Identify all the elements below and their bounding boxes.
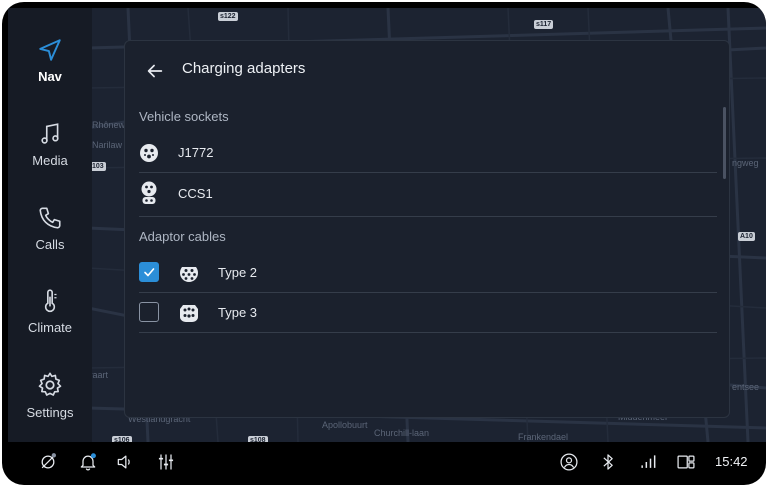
list-item-label: Type 2 [218,265,258,280]
volume-icon[interactable] [115,452,135,472]
nav-item-nav[interactable]: Nav [8,20,92,100]
nav-item-label: Calls [35,236,65,252]
j1772-plug-icon [140,144,158,162]
section-title-adaptor-cables: Adaptor cables [139,229,226,244]
nav-item-label: Settings [26,404,74,420]
equalizer-icon[interactable] [156,452,176,472]
list-item-type2[interactable]: Type 2 [139,253,717,293]
nav-item-label: Nav [38,68,62,84]
navigation-arrow-icon [39,38,61,61]
nav-item-climate[interactable]: Climate [8,271,92,351]
thermometer-icon [44,288,57,312]
type2-checkbox[interactable] [139,262,159,282]
display-mode-icon[interactable] [676,452,696,472]
map-label: entsee [732,382,760,392]
type3-checkbox[interactable] [139,302,159,322]
signal-icon[interactable] [638,452,658,472]
map-label: Frankendael [518,432,569,442]
scrollbar[interactable] [723,107,726,179]
list-item-label: Type 3 [218,305,258,320]
nav-item-calls[interactable]: Calls [8,188,92,268]
bluetooth-icon[interactable] [598,452,618,472]
notification-bell-icon[interactable] [78,452,98,472]
panel-header: Charging adapters [125,41,729,99]
phone-icon [39,206,61,229]
map-label: Apollobuurt [322,420,368,430]
map-label: Churchill-laan [374,428,430,438]
back-arrow-icon[interactable] [144,60,166,82]
charging-adapters-panel: Charging adapters Vehicle sockets J1772 [124,40,730,418]
nav-item-label: Media [32,152,68,168]
gear-icon [38,372,62,396]
navigation-off-icon[interactable] [38,452,58,472]
list-item-label: CCS1 [178,186,213,201]
list-item-ccs1[interactable]: CCS1 [139,173,717,217]
road-shield: 103 [90,162,106,171]
type2-plug-icon [180,267,198,282]
road-shield: s122 [218,12,238,21]
side-navigation: Nav Media Calls Climate Settings [8,8,92,442]
checkmark-icon [144,268,155,277]
map-label: ngweg [732,158,759,168]
list-item-j1772[interactable]: J1772 [139,133,717,173]
music-note-icon [41,122,59,144]
map-label: Narilaw [92,140,123,150]
road-shield: s117 [534,20,554,29]
section-title-vehicle-sockets: Vehicle sockets [139,109,229,124]
road-shield: A10 [738,232,755,241]
clock: 15:42 [715,454,748,469]
nav-item-label: Climate [27,319,73,335]
list-item-type3[interactable]: Type 3 [139,293,717,333]
type3-plug-icon [180,305,198,322]
device-frame: Rhônewe Narilaw vaart Westlandgracht Apo… [2,2,766,485]
page-title: Charging adapters [182,60,306,77]
nav-item-settings[interactable]: Settings [8,355,92,435]
ccs1-plug-icon [141,181,157,204]
account-icon[interactable] [559,452,579,472]
nav-item-media[interactable]: Media [8,104,92,184]
bottom-status-bar: 15:42 [8,442,760,482]
list-item-label: J1772 [178,145,214,160]
